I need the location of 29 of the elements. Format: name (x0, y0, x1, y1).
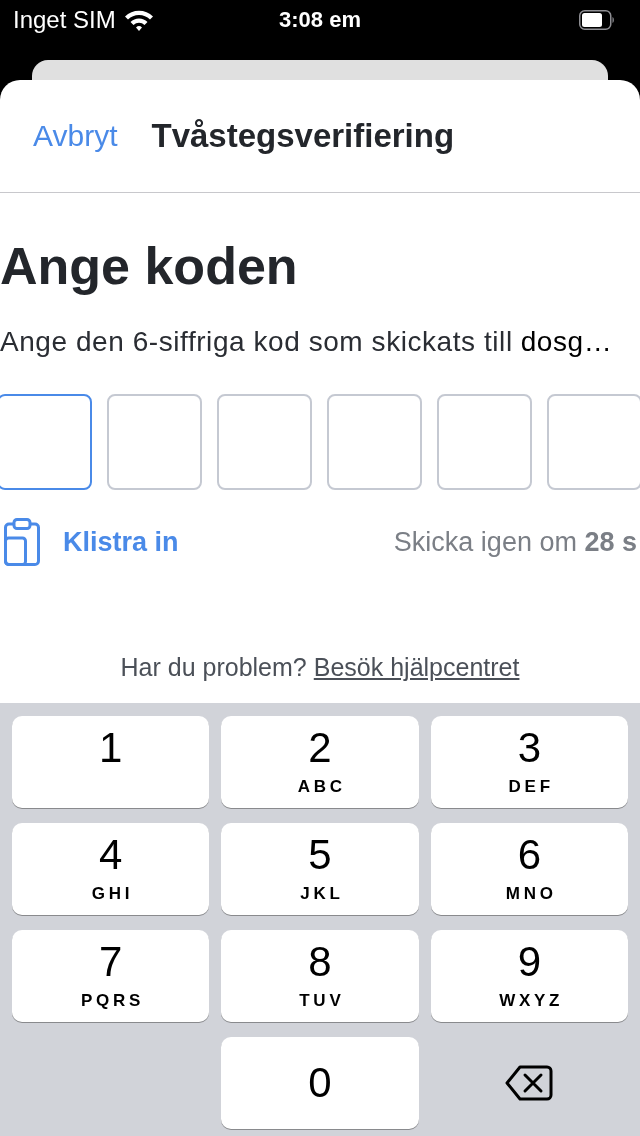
keypad-key[interactable]: 7 PQRS (12, 930, 210, 1022)
page-heading: Ange koden (0, 236, 298, 296)
keypad-key[interactable]: 4 GHI (12, 823, 210, 915)
carrier-text: Inget SIM (13, 6, 116, 34)
code-input-field[interactable] (547, 394, 640, 490)
keypad-key[interactable]: 0 (221, 1037, 419, 1129)
resend-timer-text: Skicka igen om 28 s (393, 526, 637, 558)
code-input-field[interactable] (217, 394, 312, 490)
keypad-key[interactable]: 9 WXYZ (430, 930, 628, 1022)
code-input-field[interactable] (327, 394, 422, 490)
header-title: Tvåstegsverifiering (151, 117, 455, 155)
code-input-field[interactable] (437, 394, 532, 490)
backspace-icon (505, 1065, 554, 1101)
clipboard-icon (4, 518, 40, 566)
keypad-key[interactable]: 3 DEF (430, 716, 628, 808)
keypad-key[interactable]: 8 TUV (221, 930, 419, 1022)
battery-icon (579, 10, 615, 30)
keypad-key[interactable]: 2 ABC (221, 716, 419, 808)
recipient-email-text: dosg… (520, 325, 613, 359)
keypad-key[interactable]: 5 JKL (221, 823, 419, 915)
instruction-text: Ange den 6-siffriga kod som skickats till (0, 325, 513, 359)
help-center-link[interactable]: Besök hjälpcentret (313, 651, 520, 683)
code-input-field[interactable] (107, 394, 202, 490)
clock-text: 3:08 em (279, 7, 361, 33)
help-prompt-text: Har du problem? (120, 652, 307, 683)
keypad-key[interactable]: 1 (12, 716, 210, 808)
code-input-field[interactable] (0, 394, 92, 490)
keypad-key[interactable]: 6 MNO (430, 823, 628, 915)
wifi-icon (123, 9, 154, 31)
